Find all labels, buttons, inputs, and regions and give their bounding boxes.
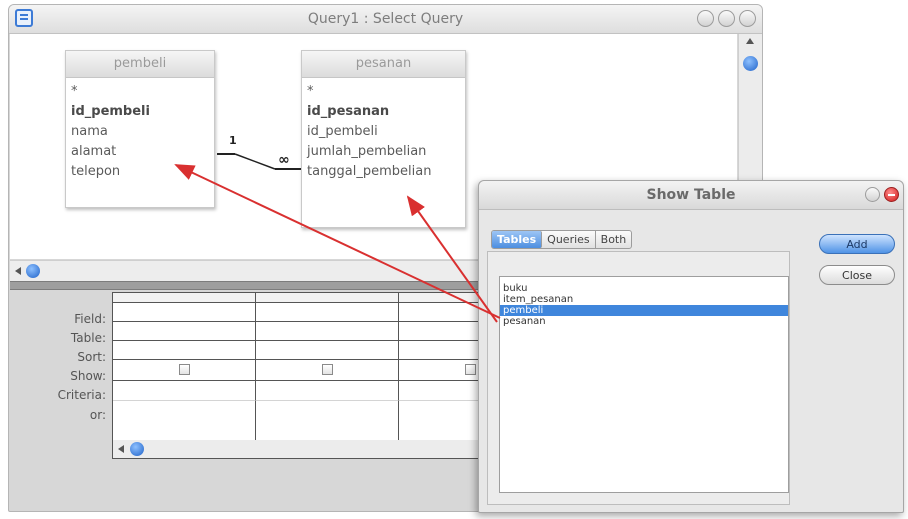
annotation-arrows bbox=[174, 164, 501, 323]
arrow-to-pembeli-table bbox=[174, 164, 501, 319]
arrow-to-pesanan-table bbox=[406, 195, 498, 323]
